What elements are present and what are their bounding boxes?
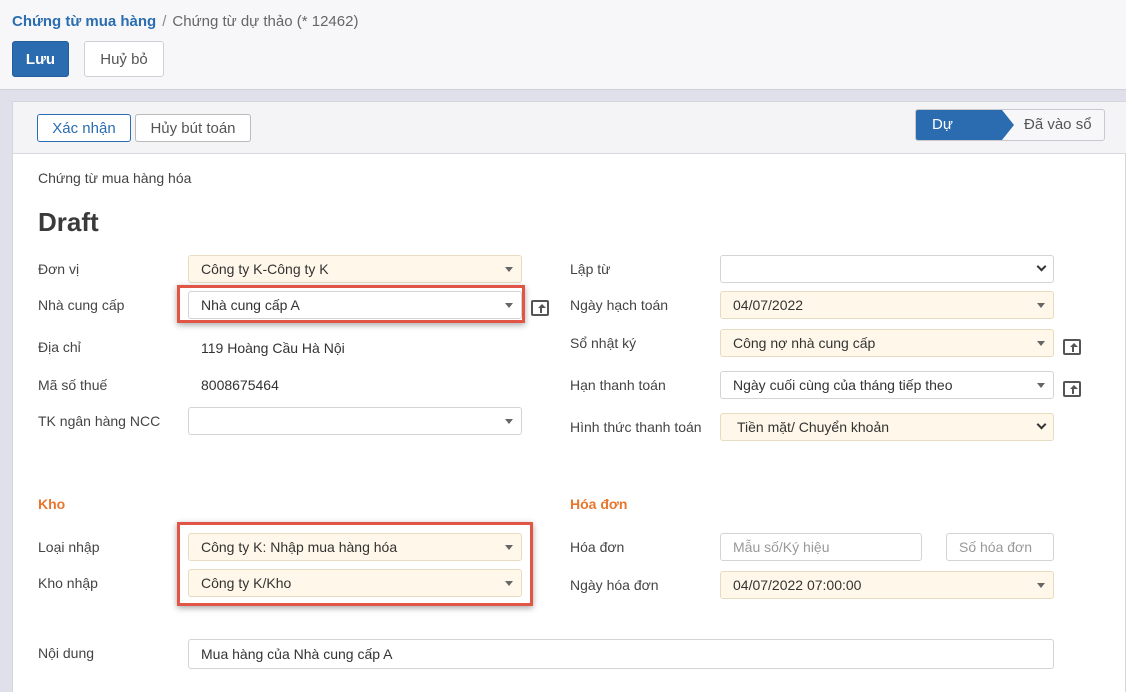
breadcrumb-current: Chứng từ dự thảo (* 12462) [172,13,359,30]
status-stages: Dự thảo Đã vào sổ [915,109,1105,141]
caret-down-icon [1037,583,1045,588]
caret-down-icon [505,267,513,272]
accounting-date-input[interactable]: 04/07/2022 [720,291,1054,319]
caret-down-icon [1037,341,1045,346]
supplier-bank-select[interactable] [188,407,522,435]
invoice-number-input[interactable]: Số hóa đơn [946,533,1054,561]
warehouse-label: Kho nhập [38,575,98,591]
supplier-select[interactable]: Nhà cung cấp A [188,291,522,319]
tax-code-label: Mã số thuế [38,377,108,393]
stage-draft[interactable]: Dự thảo [916,110,1014,140]
payment-method-value: Tiền mặt/ Chuyển khoản [737,419,890,435]
receipt-type-value: Công ty K: Nhập mua hàng hóa [201,539,398,555]
unit-label: Đơn vị [38,261,80,277]
supplier-label: Nhà cung cấp [38,297,125,313]
content-label: Nội dung [38,645,95,661]
payment-term-label: Hạn thanh toán [570,377,666,393]
accounting-date-label: Ngày hạch toán [570,297,669,313]
accounting-date-value: 04/07/2022 [733,297,804,313]
tax-code-value: 8008675464 [201,377,279,393]
save-button[interactable]: Lưu [12,41,69,77]
invoice-date-label: Ngày hóa đơn [570,577,659,593]
chevron-down-icon [1036,419,1047,430]
supplier-bank-label: TK ngân hàng NCC [38,413,161,429]
invoice-section-title: Hóa đơn [570,496,628,512]
chevron-down-icon [1036,261,1047,272]
warehouse-select[interactable]: Công ty K/Kho [188,569,522,597]
unit-select[interactable]: Công ty K-Công ty K [188,255,522,283]
unit-value: Công ty K-Công ty K [201,261,329,277]
invoice-date-input[interactable]: 04/07/2022 07:00:00 [720,571,1054,599]
content-input[interactable]: Mua hàng của Nhà cung cấp A [188,639,1054,669]
receipt-type-label: Loại nhập [38,539,100,555]
payment-method-select[interactable]: Tiền mặt/ Chuyển khoản [720,413,1054,441]
journal-label: Sổ nhật ký [570,335,637,351]
invoice-label: Hóa đơn [570,539,625,555]
address-label: Địa chỉ [38,339,81,355]
breadcrumb-separator: / [162,13,167,30]
payment-term-value: Ngày cuối cùng của tháng tiếp theo [733,377,953,393]
caret-down-icon [505,303,513,308]
content-value: Mua hàng của Nhà cung cấp A [201,646,393,662]
invoice-date-value: 04/07/2022 07:00:00 [733,577,862,593]
address-value: 119 Hoàng Cầu Hà Nội [201,340,345,356]
invoice-number-placeholder: Số hóa đơn [959,539,1033,555]
caret-down-icon [505,419,513,424]
breadcrumb: Chứng từ mua hàng / Chứng từ dự thảo (* … [12,13,358,30]
payment-term-select[interactable]: Ngày cuối cùng của tháng tiếp theo [720,371,1054,399]
supplier-value: Nhà cung cấp A [201,297,300,313]
caret-down-icon [505,581,513,586]
discard-button[interactable]: Huỷ bỏ [84,41,164,77]
warehouse-value: Công ty K/Kho [201,575,292,591]
confirm-button[interactable]: Xác nhận [37,114,131,142]
breadcrumb-parent-link[interactable]: Chứng từ mua hàng [12,13,156,30]
invoice-form-input[interactable]: Mẫu số/Ký hiệu [720,533,922,561]
external-link-icon[interactable] [1063,339,1081,355]
status-bar: Xác nhận Hủy bút toán Dự thảo Đã vào sổ [13,102,1126,154]
payment-method-label: Hình thức thanh toán [570,419,702,435]
invoice-form-placeholder: Mẫu số/Ký hiệu [733,539,830,555]
journal-value: Công nợ nhà cung cấp [733,335,876,351]
caret-down-icon [1037,303,1045,308]
caret-down-icon [1037,383,1045,388]
journal-select[interactable]: Công nợ nhà cung cấp [720,329,1054,357]
page-title: Draft [38,207,99,237]
external-link-icon[interactable] [531,300,549,316]
external-link-icon[interactable] [1063,381,1081,397]
caret-down-icon [505,545,513,550]
cancel-entry-button[interactable]: Hủy bút toán [135,114,251,142]
form-sheet: Xác nhận Hủy bút toán Dự thảo Đã vào sổ … [12,101,1126,692]
document-type: Chứng từ mua hàng hóa [38,170,192,186]
control-panel: Chứng từ mua hàng / Chứng từ dự thảo (* … [0,0,1126,90]
warehouse-section-title: Kho [38,496,66,512]
created-from-label: Lập từ [570,261,611,277]
created-from-select[interactable] [720,255,1054,283]
receipt-type-select[interactable]: Công ty K: Nhập mua hàng hóa [188,533,522,561]
stage-posted[interactable]: Đã vào sổ [1002,110,1104,140]
